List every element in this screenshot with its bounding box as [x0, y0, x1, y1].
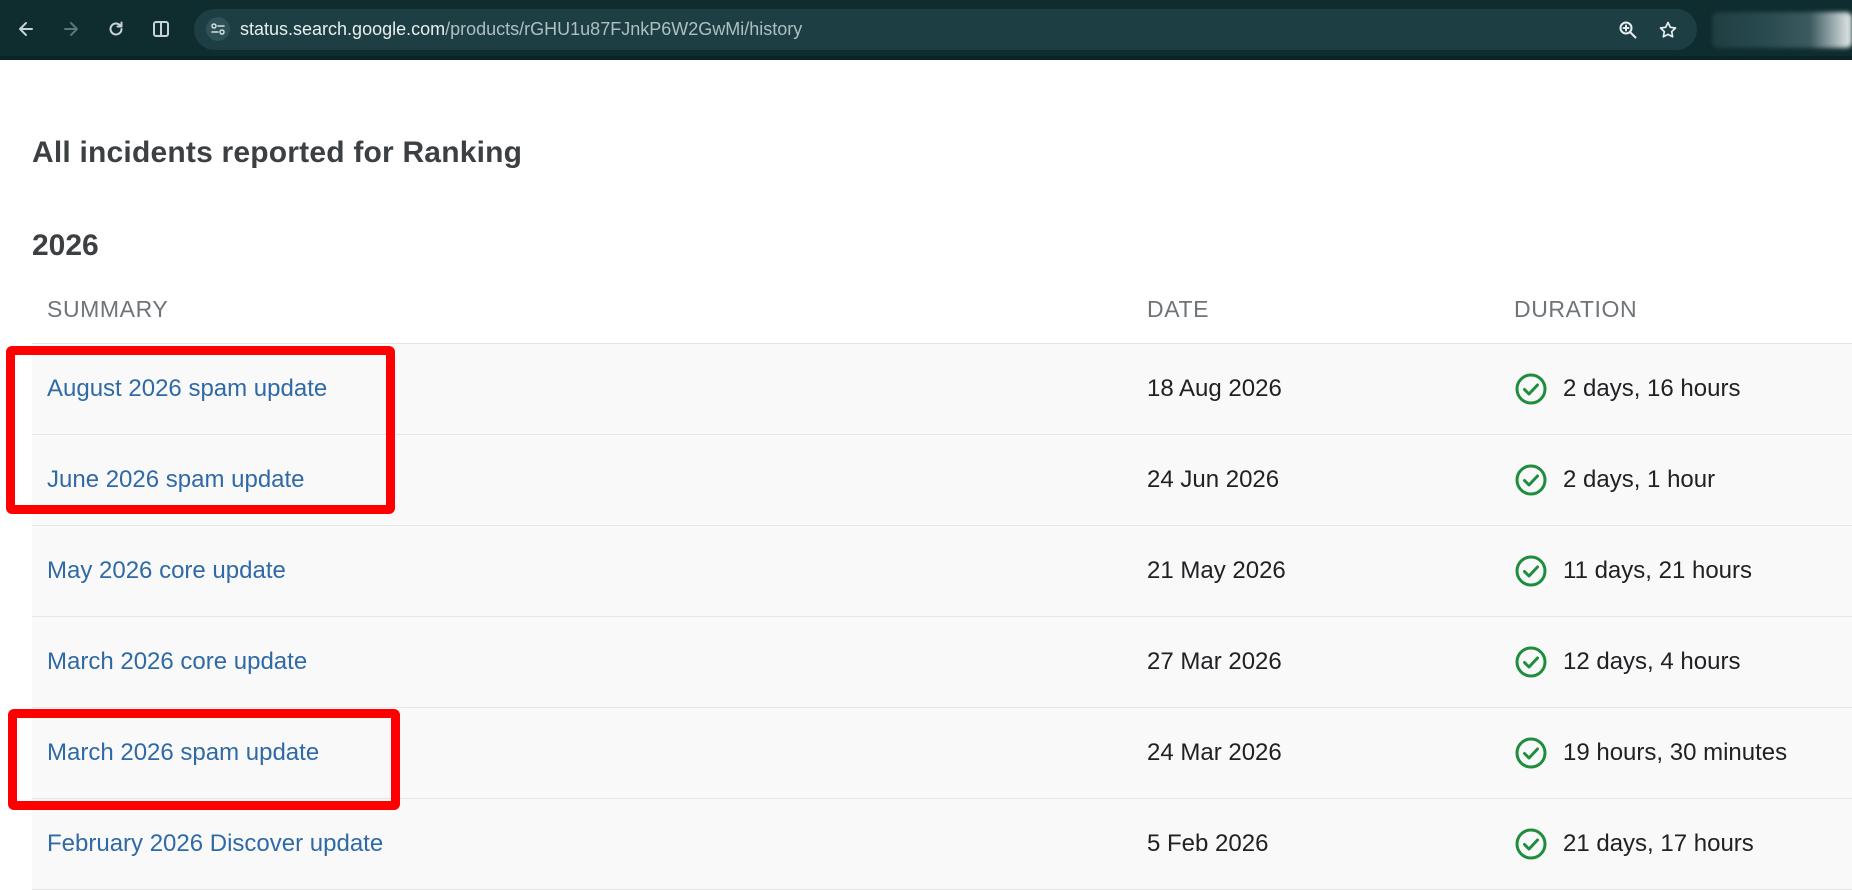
toolbar-divider	[0, 56, 1852, 60]
incident-date: 24 Jun 2026	[1147, 466, 1280, 493]
incident-summary-link[interactable]: February 2026 Discover update	[47, 799, 383, 889]
summary-column-header: SUMMARY	[47, 296, 169, 322]
incident-date: 24 Mar 2026	[1147, 739, 1282, 766]
year-heading: 2026	[32, 229, 99, 262]
table-row: June 2026 spam update 24 Jun 2026 2 days, …	[32, 435, 1852, 526]
table-row: May 2026 core update 21 May 2026 11 days, …	[32, 526, 1852, 617]
table-body: August 2026 spam update 18 Aug 2026 2 days…	[32, 344, 1852, 890]
bookmark-star-icon[interactable]	[1655, 17, 1681, 43]
table-row: March 2026 core update 27 Mar 2026 12 days…	[32, 617, 1852, 708]
page-title: All incidents reported for Ranking	[32, 136, 523, 169]
url-path: /products/rGHU1u87FJnkP6W2GwMi/history	[445, 19, 803, 39]
incident-duration: 21 days, 17 hours	[1563, 830, 1754, 857]
incident-duration: 11 days, 21 hours	[1563, 557, 1753, 584]
check-circle-icon	[1515, 646, 1547, 678]
check-circle-icon	[1515, 464, 1547, 496]
url-text: status.search.google.com/products/rGHU1u…	[240, 9, 802, 50]
incident-summary-link[interactable]: June 2026 spam update	[47, 435, 305, 525]
incident-date: 5 Feb 2026	[1147, 830, 1269, 857]
check-circle-icon	[1515, 828, 1547, 860]
zoom-icon[interactable]	[1615, 17, 1641, 43]
incident-duration: 2 days, 16 hours	[1563, 375, 1741, 402]
forward-icon[interactable]	[55, 13, 87, 45]
browser-toolbar: status.search.google.com/products/rGHU1u…	[0, 0, 1852, 59]
profile-area-blurred	[1712, 12, 1852, 48]
incident-duration: 19 hours, 30 minutes	[1563, 739, 1788, 766]
reload-icon[interactable]	[100, 13, 132, 45]
incident-summary-link[interactable]: August 2026 spam update	[47, 344, 327, 434]
incidents-table: SUMMARY DATE DURATION August 2026 spam u…	[32, 280, 1852, 890]
incident-summary-link[interactable]: May 2026 core update	[47, 526, 286, 616]
date-column-header: DATE	[1147, 296, 1210, 322]
incident-date: 27 Mar 2026	[1147, 648, 1282, 675]
table-row: March 2026 spam update 24 Mar 2026 19 hour…	[32, 708, 1852, 799]
duration-column-header: DURATION	[1514, 296, 1638, 322]
check-circle-icon	[1515, 373, 1547, 405]
address-bar[interactable]: status.search.google.com/products/rGHU1u…	[194, 9, 1697, 50]
incident-duration: 2 days, 1 hour	[1563, 466, 1716, 493]
table-row: February 2026 Discover update 5 Feb 2026 2…	[32, 799, 1852, 890]
check-circle-icon	[1515, 555, 1547, 587]
incident-date: 18 Aug 2026	[1147, 375, 1282, 402]
incident-summary-link[interactable]: March 2026 core update	[47, 617, 307, 707]
incident-duration: 12 days, 4 hours	[1563, 648, 1741, 675]
incident-summary-link[interactable]: March 2026 spam update	[47, 708, 319, 798]
incident-date: 21 May 2026	[1147, 557, 1286, 584]
check-circle-icon	[1515, 737, 1547, 769]
site-info-icon[interactable]	[206, 17, 230, 41]
url-host: status.search.google.com	[240, 19, 446, 39]
back-icon[interactable]	[10, 13, 42, 45]
table-header: SUMMARY DATE DURATION	[32, 280, 1852, 344]
table-row: August 2026 spam update 18 Aug 2026 2 days…	[32, 344, 1852, 435]
split-view-icon[interactable]	[145, 13, 177, 45]
